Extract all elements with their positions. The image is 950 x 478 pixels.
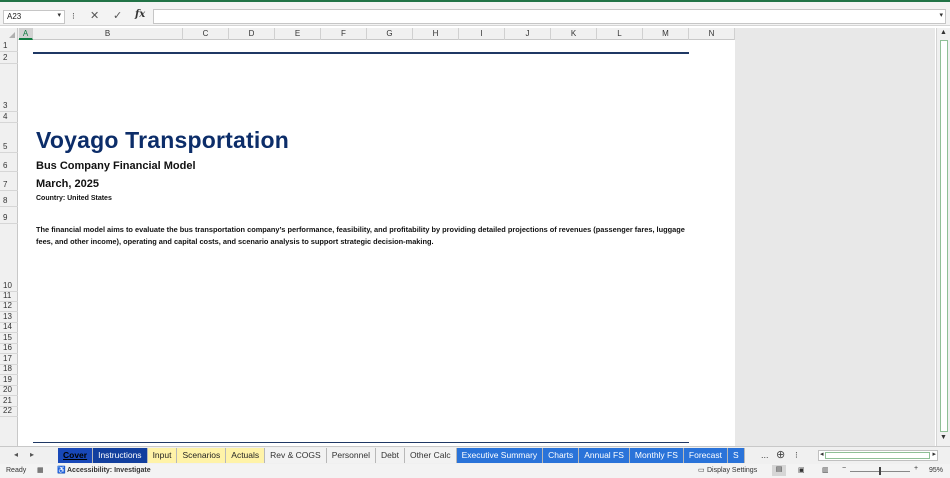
formula-bar: A23 ▾ ⁝ ✕ ✓ fx ▾ [0,0,950,26]
row-header-14[interactable]: 14 [0,322,18,333]
status-bar: Ready ▦ ♿ Accessibility: Investigate ▭ D… [0,464,950,478]
row-header-8[interactable]: 8 [0,191,18,207]
sheet-tab-cover[interactable]: Cover [58,448,94,463]
vertical-scrollbar[interactable]: ▲ ▼ [936,28,950,446]
sheet-tab-debt[interactable]: Debt [375,448,405,463]
accessibility-icon[interactable]: ♿ [57,466,66,474]
row-header-1[interactable]: 1 [0,40,18,52]
column-header: A B C D E F G H I J K L M N [0,28,735,40]
column-header-f[interactable]: F [321,28,367,40]
column-header-c[interactable]: C [183,28,229,40]
prev-sheet-icon[interactable]: ◂ [14,450,18,459]
scroll-up-icon[interactable]: ▲ [940,29,947,36]
row-header-20[interactable]: 20 [0,385,18,396]
row-header-9[interactable]: 9 [0,207,18,224]
sheet-tab-instructions[interactable]: Instructions [93,448,148,463]
model-title: Voyago Transportation [36,127,289,153]
row-header-4[interactable]: 4 [0,112,18,123]
unused-area [735,28,935,446]
row-header-12[interactable]: 12 [0,301,18,312]
chevron-down-icon[interactable]: ▾ [57,11,61,19]
worksheet-grid[interactable]: Voyago Transportation Bus Company Financ… [19,41,735,446]
add-sheet-icon[interactable]: ⊕ [776,448,785,461]
model-subtitle: Bus Company Financial Model [36,160,196,172]
scroll-left-icon[interactable]: ◂ [820,450,824,458]
more-sheets-button[interactable]: ... [761,450,769,460]
sheet-tab-scenarios[interactable]: Scenarios [177,448,227,463]
sheet-tab-personnel[interactable]: Personnel [326,448,376,463]
insert-function-icon[interactable]: fx [135,9,145,20]
row-header-7[interactable]: 7 [0,172,18,191]
model-description: The financial model aims to evaluate the… [36,225,685,246]
scroll-down-icon[interactable]: ▼ [940,434,947,441]
sheet-tab-monthly-fs[interactable]: Monthly FS [629,448,684,463]
sheet-tab-executive-summary[interactable]: Executive Summary [456,448,544,463]
status-ready: Ready [6,467,27,474]
horizontal-scrollbar[interactable]: ◂ ▸ [818,450,938,461]
sheet-tab-other-calc[interactable]: Other Calc [404,448,457,463]
row-header-3[interactable]: 3 [0,64,18,112]
column-header-e[interactable]: E [275,28,321,40]
column-header-n[interactable]: N [689,28,735,40]
sheet-tab-forecast[interactable]: Forecast [683,448,728,463]
model-date: March, 2025 [36,178,99,190]
bottom-divider [33,442,689,443]
zoom-level[interactable]: 95% [929,467,943,474]
zoom-slider-thumb[interactable] [879,467,881,475]
scroll-right-icon[interactable]: ▸ [932,450,936,458]
row-header-2[interactable]: 2 [0,52,18,64]
row-header-22[interactable]: 22 [0,406,18,417]
row-header-10[interactable]: 10 [0,224,18,292]
zoom-out-button[interactable]: − [842,465,846,472]
column-header-a[interactable]: A [19,28,33,40]
column-header-h[interactable]: H [413,28,459,40]
model-country: Country: United States [36,195,112,202]
row-header-6[interactable]: 6 [0,153,18,172]
column-header-j[interactable]: J [505,28,551,40]
name-box-value: A23 [7,12,22,21]
sheet-tab-charts[interactable]: Charts [543,448,580,463]
column-header-l[interactable]: L [597,28,643,40]
sheet-tab-annual-fs[interactable]: Annual FS [579,448,630,463]
top-divider [33,52,689,54]
sheet-tab-actuals[interactable]: Actuals [226,448,266,463]
column-header-k[interactable]: K [551,28,597,40]
sheet-tab-s[interactable]: S [728,448,745,463]
page-break-preview-icon[interactable]: ▥ [822,466,829,474]
row-header-5[interactable]: 5 [0,123,18,153]
sheet-tabs: Cover Instructions Input Scenarios Actuals Re… [58,448,745,463]
display-settings-icon[interactable]: ▭ [698,466,705,474]
accessibility-status[interactable]: Accessibility: Investigate [67,467,151,474]
zoom-in-button[interactable]: + [914,465,918,472]
row-header: 1 2 3 4 5 6 7 8 9 10 11 12 13 14 15 16 1… [0,40,18,446]
enter-icon[interactable]: ✓ [113,9,122,22]
sheet-tab-input[interactable]: Input [147,448,178,463]
next-sheet-icon[interactable]: ▸ [30,450,34,459]
vertical-scroll-thumb[interactable] [940,40,948,432]
expand-formula-bar-icon[interactable]: ▾ [939,11,943,19]
sheet-tab-rev-cogs[interactable]: Rev & COGS [265,448,327,463]
column-header-d[interactable]: D [229,28,275,40]
column-header-g[interactable]: G [367,28,413,40]
row-header-18[interactable]: 18 [0,364,18,375]
sheet-tab-bar: ◂ ▸ Cover Instructions Input Scenarios Actua… [0,446,950,464]
horizontal-scroll-thumb[interactable] [825,452,930,459]
formula-input[interactable]: ▾ [153,9,946,24]
name-box[interactable]: A23 ▾ [3,10,65,24]
row-header-16[interactable]: 16 [0,343,18,354]
display-settings-button[interactable]: Display Settings [707,467,757,474]
column-header-b[interactable]: B [33,28,183,40]
more-options-icon[interactable]: ⁝ [72,11,75,22]
column-header-i[interactable]: I [459,28,505,40]
page-layout-icon[interactable]: ▣ [798,466,805,474]
cancel-icon[interactable]: ✕ [90,9,99,22]
sheet-view-icon[interactable]: ▦ [37,466,44,474]
tab-options-icon[interactable]: ⁝ [795,450,798,461]
select-all-button[interactable] [0,28,18,40]
column-header-m[interactable]: M [643,28,689,40]
normal-view-icon[interactable]: ▤ [772,465,786,476]
